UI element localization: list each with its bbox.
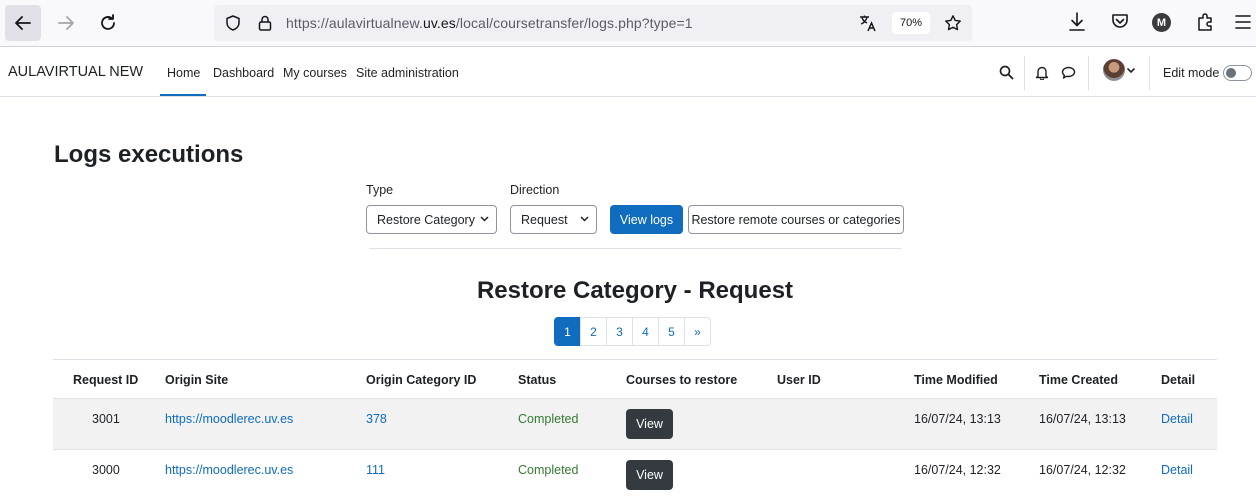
hamburger-menu-icon[interactable]: [1234, 11, 1252, 33]
cell-origin-category-link[interactable]: 378: [366, 412, 387, 426]
download-icon[interactable]: [1067, 11, 1087, 33]
messages-icon[interactable]: [1061, 65, 1076, 80]
page-link-3[interactable]: 3: [606, 317, 633, 346]
col-header-request-id: Request ID: [73, 373, 139, 387]
page-link-4[interactable]: 4: [632, 317, 659, 346]
site-navbar: AULAVIRTUAL NEW Home Dashboard My course…: [0, 48, 1256, 97]
lock-icon[interactable]: [256, 14, 274, 32]
pagination: 1 2 3 4 5 »: [554, 317, 711, 346]
col-header-courses-to-restore: Courses to restore: [626, 373, 738, 387]
chevron-down-icon: [580, 216, 589, 222]
cell-origin-site-link[interactable]: https://moodlerec.uv.es: [165, 412, 293, 426]
direction-select-value: Request: [521, 213, 568, 227]
direction-label: Direction: [510, 183, 560, 197]
pocket-icon[interactable]: [1110, 11, 1130, 33]
view-logs-button[interactable]: View logs: [610, 205, 683, 234]
restore-remote-button[interactable]: Restore remote courses or categories: [688, 205, 904, 234]
type-select-value: Restore Category: [377, 213, 475, 227]
browser-toolbar: https://aulavirtualnew.uv.es/local/cours…: [0, 0, 1256, 47]
cell-origin-site-link[interactable]: https://moodlerec.uv.es: [165, 463, 293, 477]
site-brand[interactable]: AULAVIRTUAL NEW: [8, 64, 143, 80]
page-link-next[interactable]: »: [684, 317, 711, 346]
cell-time-created: 16/07/24, 13:13: [1039, 412, 1126, 426]
page-title: Logs executions: [54, 141, 244, 168]
active-nav-indicator: [160, 94, 206, 96]
back-button[interactable]: [5, 5, 41, 41]
cell-request-id: 3001: [92, 412, 120, 426]
cell-time-modified: 16/07/24, 13:13: [914, 412, 1001, 426]
arrow-left-icon: [15, 16, 31, 30]
cell-time-modified: 16/07/24, 12:32: [914, 463, 1001, 477]
col-header-time-modified: Time Modified: [914, 373, 998, 387]
address-bar[interactable]: https://aulavirtualnew.uv.es/local/cours…: [214, 5, 972, 41]
star-icon[interactable]: [944, 14, 962, 32]
col-header-user-id: User ID: [777, 373, 821, 387]
cell-status: Completed: [518, 463, 579, 477]
page-link-5[interactable]: 5: [658, 317, 685, 346]
forward-button[interactable]: [48, 5, 84, 41]
type-label: Type: [366, 183, 394, 197]
cell-status: Completed: [518, 412, 579, 426]
col-header-detail: Detail: [1161, 373, 1196, 387]
form-divider: [369, 248, 901, 249]
chevron-down-icon: [480, 216, 489, 222]
view-courses-button[interactable]: View: [626, 409, 673, 439]
arrow-right-icon: [58, 16, 74, 30]
navbar-divider: [1149, 56, 1150, 90]
url-text[interactable]: https://aulavirtualnew.uv.es/local/cours…: [286, 15, 693, 31]
search-icon[interactable]: [999, 65, 1014, 80]
col-header-origin-site: Origin Site: [165, 373, 229, 387]
user-avatar[interactable]: [1103, 59, 1125, 81]
page-link-2[interactable]: 2: [580, 317, 607, 346]
direction-select[interactable]: Request: [510, 205, 597, 234]
zoom-badge[interactable]: 70%: [892, 12, 930, 34]
type-select[interactable]: Restore Category: [366, 205, 497, 234]
detail-link[interactable]: Detail: [1161, 412, 1193, 426]
nav-home[interactable]: Home: [167, 66, 200, 80]
chevron-down-icon[interactable]: [1127, 68, 1135, 74]
cell-time-created: 16/07/24, 12:32: [1039, 463, 1126, 477]
navbar-divider: [1088, 56, 1089, 90]
section-title: Restore Category - Request: [476, 277, 794, 304]
col-header-time-created: Time Created: [1039, 373, 1118, 387]
edit-mode-label: Edit mode: [1163, 66, 1220, 80]
navbar-divider: [1024, 56, 1025, 90]
extensions-icon[interactable]: [1195, 11, 1215, 33]
col-header-status: Status: [518, 373, 557, 387]
cell-request-id: 3000: [92, 463, 120, 477]
bell-icon[interactable]: [1035, 65, 1049, 80]
view-courses-button[interactable]: View: [626, 460, 673, 490]
col-header-origin-category-id: Origin Category ID: [366, 373, 477, 387]
shield-icon[interactable]: [224, 14, 242, 32]
profile-avatar[interactable]: M: [1152, 13, 1171, 32]
reload-icon: [101, 14, 115, 30]
edit-mode-toggle[interactable]: [1223, 65, 1252, 81]
detail-link[interactable]: Detail: [1161, 463, 1193, 477]
reload-button[interactable]: [90, 5, 126, 41]
translate-icon[interactable]: [858, 14, 878, 32]
nav-dashboard[interactable]: Dashboard: [213, 66, 274, 80]
page-link-1[interactable]: 1: [554, 317, 581, 346]
toggle-knob: [1226, 68, 1236, 78]
nav-my-courses[interactable]: My courses: [283, 66, 347, 80]
table-top-border: [53, 359, 1217, 360]
cell-origin-category-link[interactable]: 111: [366, 463, 385, 477]
nav-site-administration[interactable]: Site administration: [356, 66, 459, 80]
